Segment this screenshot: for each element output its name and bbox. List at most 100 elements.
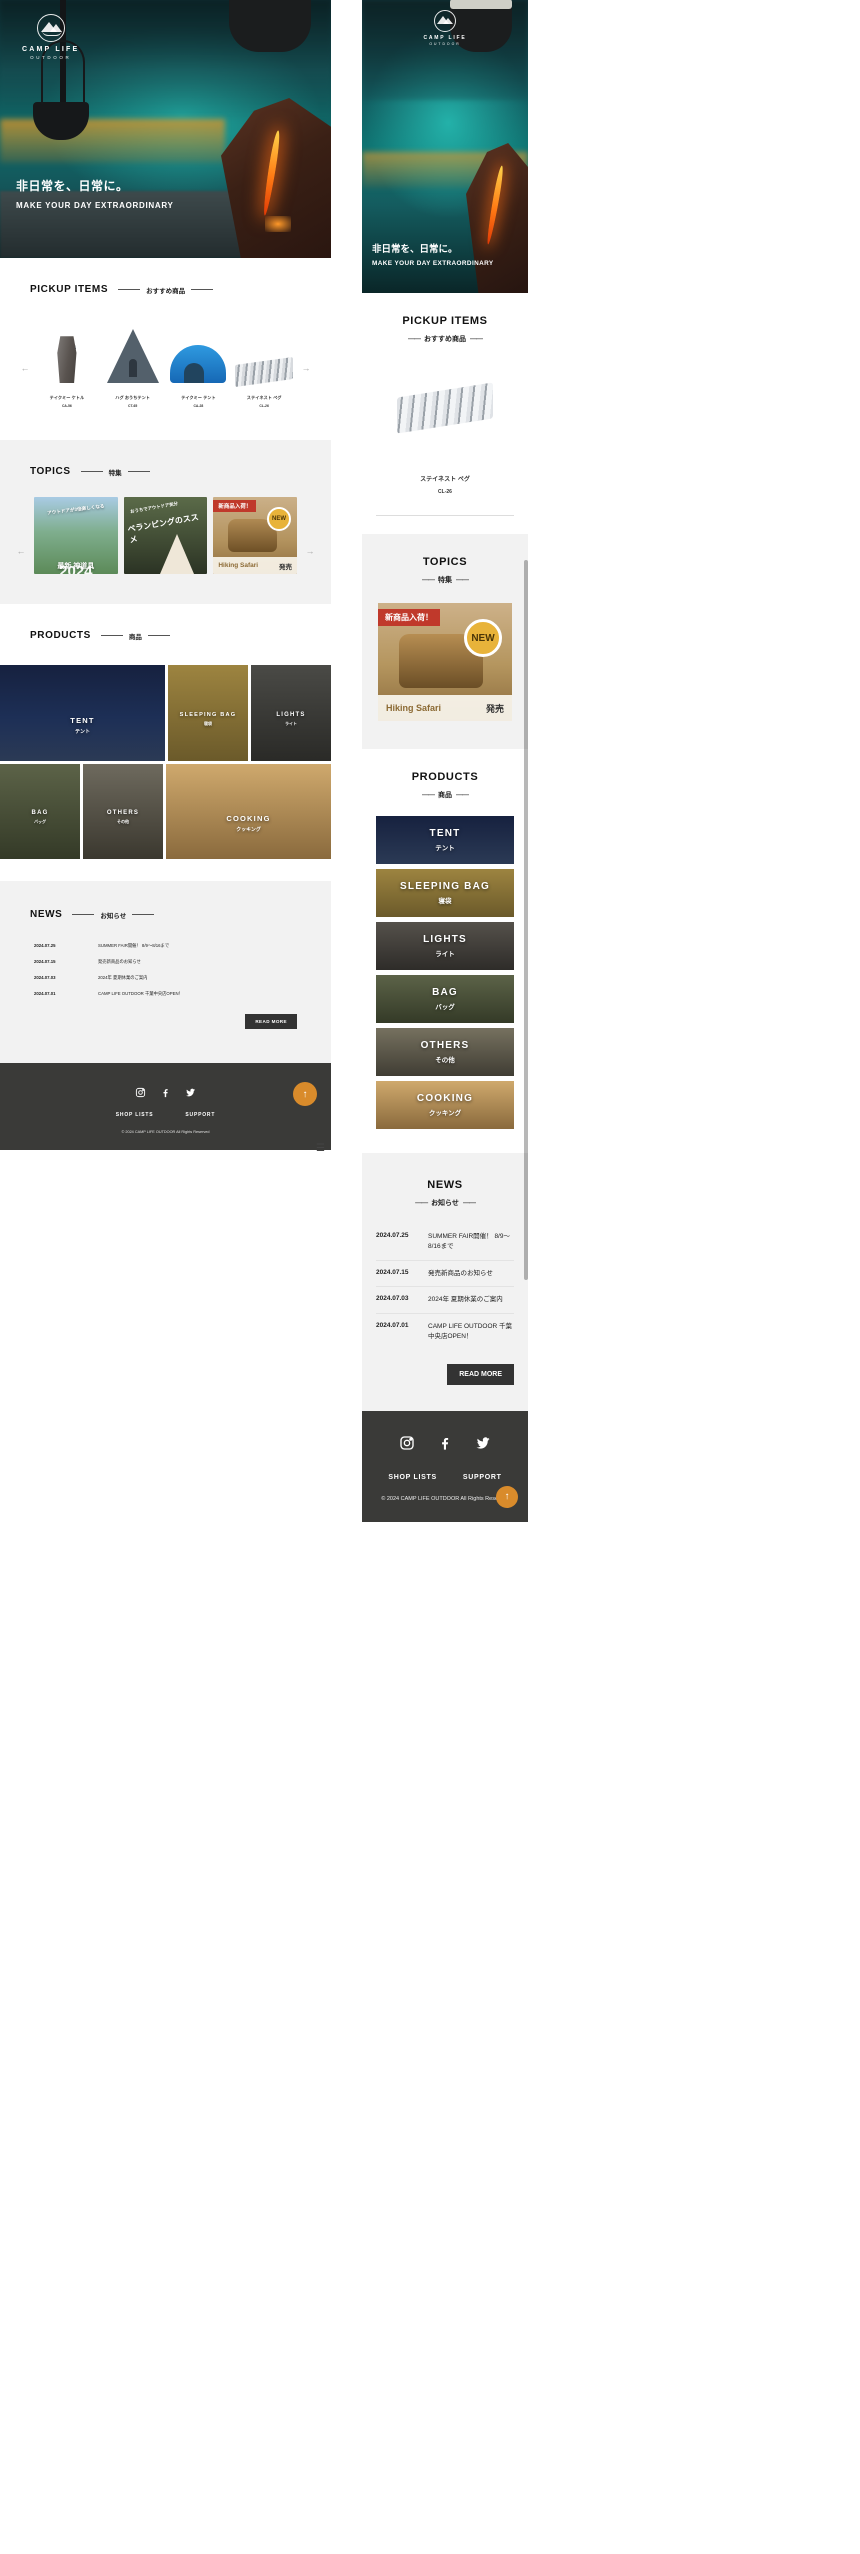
menu-icon[interactable]: ☰ [316,1143,325,1154]
pickup-card[interactable]: テイクミー ケトル CA-56 [36,317,98,408]
pickup-section: PICKUP ITEMS おすすめ商品 ← テイクミー ケトル CA-56 ハグ… [0,258,331,408]
label-block: BAG バッグ [32,810,49,859]
products-section: PRODUCTS 商品 TENT テント SLEEPING BAG 寝袋 LIG… [0,604,331,859]
category-en: BAG [432,987,458,998]
topics-next-button[interactable]: → [303,516,317,556]
category-en: OTHERS [106,810,140,816]
product-code: CT-65 [128,404,138,408]
category-jp: バッグ [34,819,46,824]
kettle-icon [57,336,77,383]
instagram-icon[interactable] [399,1435,415,1456]
news-item[interactable]: 2024.07.15 発売新商品のお知らせ [376,1261,514,1288]
mobile-pickup-heading: PICKUP ITEMS おすすめ商品 [362,293,528,344]
facebook-icon[interactable] [437,1435,453,1456]
product-category-cooking[interactable]: COOKING クッキング [166,764,331,859]
product-name: テイクミー ケトル [49,395,85,400]
news-item[interactable]: 2024.07.01 CAMP LIFE OUTDOOR 千葉中央店OPEN！ [376,1314,514,1350]
topics-heading: TOPICS 特集 [0,466,331,477]
product-category-bag[interactable]: BAG バッグ [376,975,514,1023]
news-title: SUMMER FAIR開催！ 8/9〜8/16まで [98,943,170,948]
footer-link-support[interactable]: SUPPORT [185,1112,215,1118]
news-title: CAMP LIFE OUTDOOR 千葉中央店OPEN！ [98,991,183,996]
instagram-icon[interactable] [135,1085,146,1098]
news-item[interactable]: 2024.07.25 SUMMER FAIR開催！ 8/9〜8/16まで [34,938,297,954]
news-item[interactable]: 2024.07.03 2024年 夏期休業のご案内 [34,970,297,986]
category-jp: 寝袋 [203,721,212,726]
label-block: OTHERS その他 [107,810,139,859]
hero-banner: CAMP LIFE OUTDOOR 非日常を、日常に。 MAKE YOUR DA… [0,0,331,258]
mobile-topic-card[interactable]: 新商品入荷！ NEW Hiking Safari 発売 [378,603,512,721]
deco-line-right [127,471,150,472]
mobile-pickup-card[interactable]: ステイネスト ペグ CL-26 [376,360,514,516]
dome-tent-icon [170,345,227,383]
product-category-tent[interactable]: TENT テント [0,665,165,761]
product-category-sleeping-bag[interactable]: SLEEPING BAG 寝袋 [376,869,514,917]
carousel-prev-button[interactable]: ← [18,317,32,373]
facebook-icon[interactable] [160,1085,171,1098]
footer-link-shop-lists[interactable]: SHOP LISTS [388,1474,437,1481]
product-category-lights[interactable]: LIGHTS ライト [376,922,514,970]
product-category-cooking[interactable]: COOKING クッキング [376,1081,514,1129]
category-jp: その他 [116,819,129,824]
deco-line-left [72,914,95,915]
site-logo[interactable]: CAMP LIFE OUTDOOR [22,14,79,60]
product-name: ステイネスト ペグ [420,477,470,483]
category-en: COOKING [416,1093,474,1104]
news-date: 2024.07.15 [376,1268,409,1276]
products-grid: TENT テント SLEEPING BAG 寝袋 LIGHTS ライト BAG … [0,665,331,859]
news-item[interactable]: 2024.07.01 CAMP LIFE OUTDOOR 千葉中央店OPEN！ [34,986,297,1002]
pickup-heading-jp: おすすめ商品 [146,287,186,295]
news-list: 2024.07.25 SUMMER FAIR開催！ 8/9〜8/16まで 202… [34,938,297,1002]
pickup-card[interactable]: ハグ おうちテント CT-65 [102,317,164,408]
scroll-to-top-button[interactable]: ↑ [293,1082,317,1106]
twitter-icon[interactable] [185,1085,196,1097]
news-title: SUMMER FAIR開催！ 8/9〜8/16まで [428,1233,510,1250]
page-stage: CAMP LIFE OUTDOOR 非日常を、日常に。 MAKE YOUR DA… [0,0,860,2554]
product-code: CL-26 [438,489,452,495]
product-category-others[interactable]: OTHERS その他 [83,764,163,859]
read-more-button[interactable]: READ MORE [245,1014,297,1029]
mobile-pickup-section: PICKUP ITEMS おすすめ商品 ステイネスト ペグ CL-26 [362,293,528,516]
products-heading: PRODUCTS 商品 [0,630,331,641]
pickup-card[interactable]: テイクミー テント CA-28 [168,317,230,408]
mobile-topics-section: TOPICS 特集 新商品入荷！ NEW Hiking Safari 発売 [362,534,528,749]
topic-card[interactable]: アウトドアが3倍楽しくなる 最新 神道具 2024 [34,497,118,574]
news-heading-jp: お知らせ [100,912,127,920]
topic-card[interactable]: おうちでアウトドア気分 ベランピングのススメ [123,497,208,574]
topic-card[interactable]: 新商品入荷！ NEW Hiking Safari 発売 [213,497,298,574]
news-heading-deco: お知らせ [72,910,155,920]
topics-prev-button[interactable]: ← [14,516,28,556]
product-code: CA-56 [61,404,72,408]
category-jp: その他 [435,1057,455,1064]
hero-pot-right [229,0,311,52]
mobile-products-list: TENT テント SLEEPING BAG 寝袋 LIGHTS ライト BAG … [376,816,514,1129]
news-heading: NEWS お知らせ [0,909,331,920]
footer-link-support[interactable]: SUPPORT [463,1474,502,1481]
scroll-to-top-button[interactable]: ↑ [496,1485,518,1508]
news-item[interactable]: 2024.07.15 発売新商品のお知らせ [34,954,297,970]
news-item[interactable]: 2024.07.25 SUMMER FAIR開催！ 8/9〜8/16まで [376,1224,514,1261]
topics-heading-en: TOPICS [30,466,71,477]
scrollbar-thumb[interactable] [524,560,528,1280]
logo-sub: OUTDOOR [429,42,461,46]
products-heading-en: PRODUCTS [30,630,91,641]
product-category-sleeping-bag[interactable]: SLEEPING BAG 寝袋 [168,665,248,761]
product-category-others[interactable]: OTHERS その他 [376,1028,514,1076]
product-image [36,317,98,383]
deco-line-left [80,471,103,472]
hero-copy: 非日常を、日常に。 MAKE YOUR DAY EXTRAORDINARY [16,177,174,210]
mobile-site-logo[interactable]: CAMP LIFE OUTDOOR [362,10,528,46]
news-item[interactable]: 2024.07.03 2024年 夏期休業のご案内 [376,1287,514,1314]
product-category-bag[interactable]: BAG バッグ [0,764,80,859]
news-more-wrap: READ MORE [34,1014,297,1029]
page-scrollbar[interactable] [524,0,528,2554]
carousel-next-button[interactable]: → [299,317,313,373]
product-category-tent[interactable]: TENT テント [376,816,514,864]
product-category-lights[interactable]: LIGHTS ライト [251,665,331,761]
footer-link-shop-lists[interactable]: SHOP LISTS [116,1112,154,1118]
pickup-card[interactable]: ステイネスト ペグ CL-26 [233,317,295,408]
read-more-button[interactable]: READ MORE [447,1363,514,1385]
news-title: 2024年 夏期休業のご案内 [428,1296,503,1304]
twitter-icon[interactable] [475,1435,491,1456]
mobile-preview: CAMP LIFE OUTDOOR 非日常を、日常に。 MAKE YOUR DA… [362,0,528,1522]
